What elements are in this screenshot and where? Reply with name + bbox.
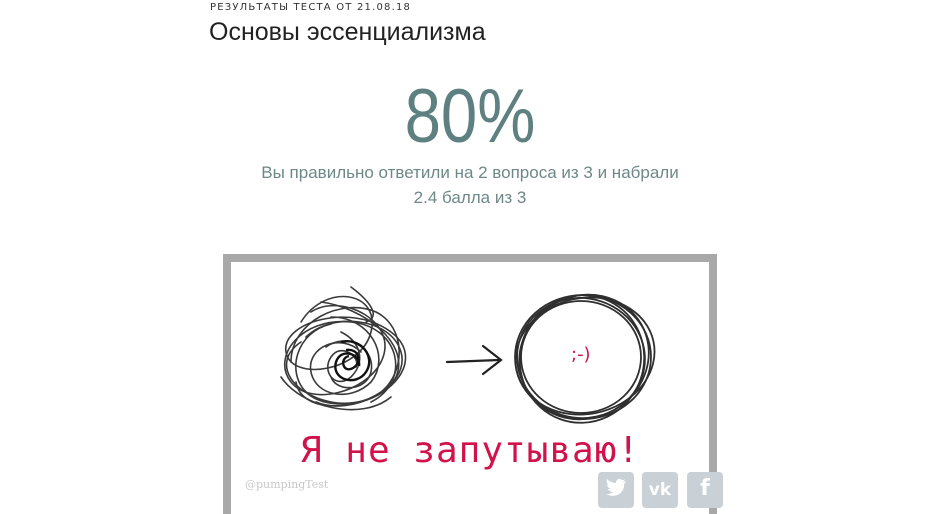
- vk-icon: vk: [648, 480, 672, 500]
- share-button-twitter[interactable]: [598, 472, 634, 508]
- score-summary-line2: 2.4 балла из 3: [413, 188, 527, 207]
- share-button-vk[interactable]: vk: [642, 472, 678, 508]
- facebook-icon: f: [700, 476, 710, 501]
- score-percent: 80%: [404, 74, 536, 159]
- test-title: Основы эссенциализма: [209, 18, 486, 46]
- illustration-canvas: ;-) Я не запутываю! @pumpingTest: [231, 262, 709, 514]
- share-button-facebook[interactable]: f: [687, 472, 723, 508]
- result-eyebrow: РЕЗУЛЬТАТЫ ТЕСТА ОТ 21.08.18: [210, 2, 412, 13]
- tangle-core: [334, 340, 371, 382]
- score-summary: Вы правильно ответили на 2 вопроса из 3 …: [0, 160, 940, 210]
- tangle-scribble: [280, 286, 407, 411]
- score-summary-line1: Вы правильно ответили на 2 вопроса из 3 …: [261, 163, 679, 182]
- smiley-text: ;-): [571, 344, 591, 365]
- slogan-text: Я не запутываю!: [299, 430, 641, 471]
- tangle-drawing: [280, 286, 656, 424]
- arrow-icon: [445, 344, 503, 376]
- watermark-text: @pumpingTest: [245, 478, 329, 491]
- twitter-icon: [605, 479, 627, 504]
